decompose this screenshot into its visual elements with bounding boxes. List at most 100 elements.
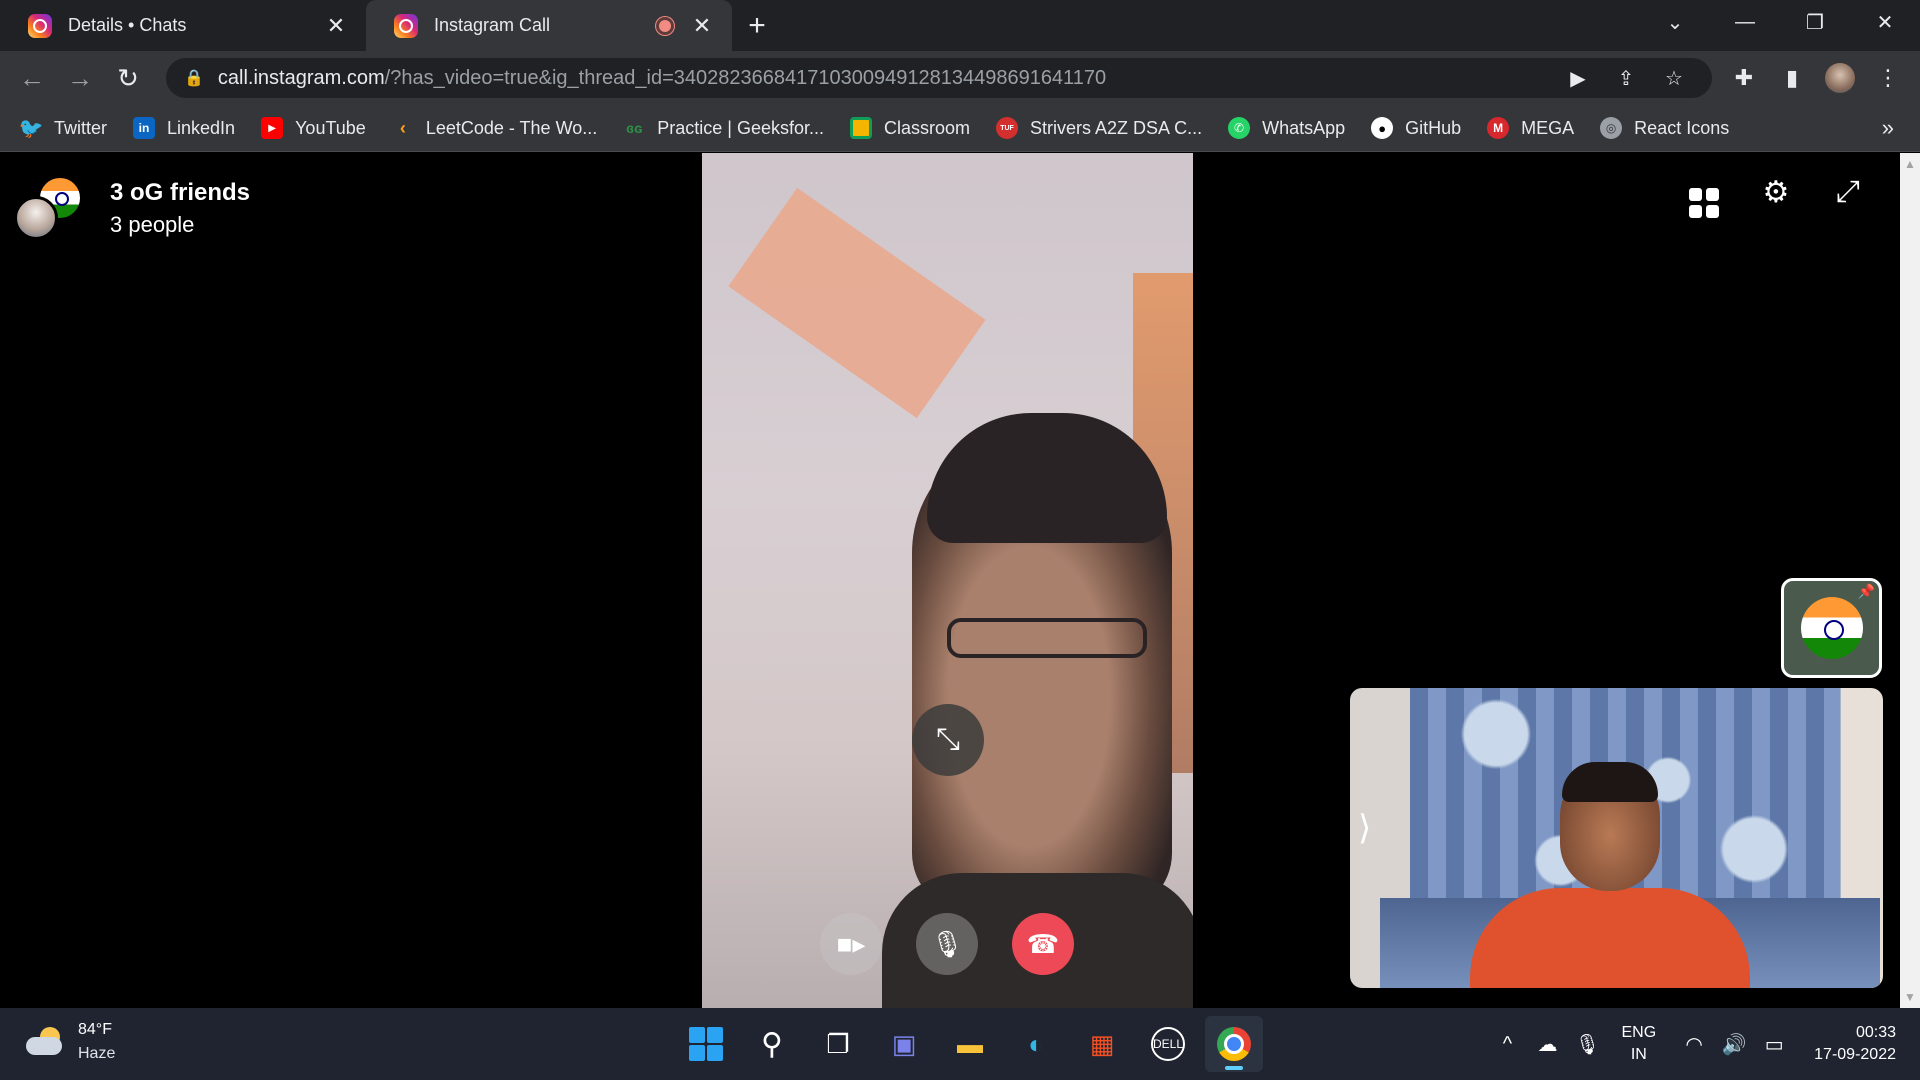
tuf-icon: TUF: [996, 117, 1019, 139]
share-icon[interactable]: ⇪: [1602, 66, 1650, 91]
taskbar-apps: ⚲ ❐ ▣ ▬ ◐ ▦ DELL: [673, 1016, 1267, 1072]
call-view: 3 oG friends 3 people ⚙ ⤢ ⤡ ■▸ 🎙 ☎ 📌 ⟩ ▲…: [0, 153, 1920, 1008]
group-info: 3 oG friends 3 people: [14, 176, 250, 246]
store-button[interactable]: ▦: [1073, 1016, 1131, 1072]
geeksforgeeks-icon: ɞɢ: [626, 120, 643, 136]
clock[interactable]: 00:33 17-09-2022: [1814, 1022, 1896, 1066]
scroll-up-icon[interactable]: ▲: [1900, 157, 1920, 171]
search-button[interactable]: ⚲: [743, 1016, 801, 1072]
weather-widget[interactable]: 84°F Haze: [26, 1018, 115, 1066]
mega-icon: M: [1487, 117, 1510, 139]
reload-icon[interactable]: ↻: [104, 63, 152, 94]
instagram-icon: [394, 13, 418, 38]
bookmark-twitter[interactable]: 🐦 Twitter: [18, 117, 107, 140]
system-tray: ^ ☁ 🎙 ENG IN ◠ 🔊 ▭ 00:33 17-09-2022: [1487, 1016, 1896, 1072]
minimize-icon[interactable]: —: [1710, 11, 1780, 34]
microphone-icon: 🎙: [930, 928, 964, 959]
search-icon: ⚲: [761, 1027, 783, 1061]
fullscreen-expand-icon[interactable]: ⤢: [1812, 175, 1884, 218]
github-icon: ●: [1371, 117, 1394, 139]
avatar: [14, 196, 58, 240]
tab-instagram-call[interactable]: Instagram Call ✕: [366, 0, 732, 51]
show-hidden-icons-icon[interactable]: ^: [1487, 1033, 1527, 1056]
bookmark-strivers[interactable]: TUF Strivers A2Z DSA C...: [996, 117, 1202, 139]
recording-indicator-icon: [656, 16, 674, 35]
bookmark-leetcode[interactable]: ‹ LeetCode - The Wo...: [392, 117, 597, 139]
video-camera-icon: ■▸: [836, 928, 866, 959]
onedrive-cloud-icon[interactable]: ☁: [1527, 1032, 1567, 1057]
menu-icon[interactable]: ⋮: [1864, 65, 1912, 91]
end-call-button[interactable]: ☎: [1012, 913, 1074, 975]
self-view-video[interactable]: ⟩: [1350, 688, 1883, 988]
globe-icon: ◎: [1600, 117, 1623, 139]
back-icon[interactable]: ←: [8, 63, 56, 94]
folder-icon: ▬: [957, 1028, 983, 1059]
battery-icon[interactable]: ▭: [1754, 1032, 1794, 1057]
teams-chat-icon: ▣: [891, 1028, 917, 1059]
pin-icon[interactable]: 📌: [1858, 583, 1875, 600]
bookmark-github[interactable]: ● GitHub: [1371, 117, 1461, 139]
tab-details-chats[interactable]: Details • Chats ✕: [0, 0, 366, 51]
store-icon: ▦: [1089, 1028, 1115, 1059]
collapse-video-button[interactable]: ⤡: [912, 704, 984, 776]
instagram-icon: [28, 13, 52, 38]
camera-toggle-button[interactable]: ■▸: [820, 913, 882, 975]
file-explorer-button[interactable]: ▬: [941, 1016, 999, 1072]
windows-logo-icon: [689, 1027, 723, 1061]
close-window-icon[interactable]: ✕: [1850, 10, 1920, 35]
url-path: /?has_video=true&ig_thread_id=3402823668…: [384, 66, 1107, 89]
bookmark-react-icons[interactable]: ◎ React Icons: [1600, 117, 1729, 139]
side-panel-icon[interactable]: ▮: [1768, 65, 1816, 91]
profile-avatar[interactable]: [1825, 63, 1855, 93]
weather-temp: 84°F: [78, 1021, 112, 1038]
classroom-icon: [850, 117, 872, 139]
input-language[interactable]: ENG IN: [1621, 1022, 1656, 1066]
chat-button[interactable]: ▣: [875, 1016, 933, 1072]
chrome-button[interactable]: [1205, 1016, 1263, 1072]
whatsapp-icon: ✆: [1228, 117, 1251, 139]
bookmark-youtube[interactable]: ▶ YouTube: [261, 117, 366, 139]
wifi-icon[interactable]: ◠: [1674, 1032, 1714, 1057]
call-controls: ■▸ 🎙 ☎: [820, 913, 1074, 975]
new-tab-button[interactable]: +: [732, 9, 782, 43]
bookmark-mega[interactable]: M MEGA: [1487, 117, 1574, 139]
bookmark-star-icon[interactable]: ☆: [1650, 66, 1698, 91]
microphone-icon[interactable]: 🎙: [1567, 1032, 1607, 1057]
task-view-button[interactable]: ❐: [809, 1016, 867, 1072]
participant-count: 3 people: [110, 212, 195, 237]
start-button[interactable]: [677, 1016, 735, 1072]
extensions-icon[interactable]: ✚: [1720, 65, 1768, 91]
twitter-icon: 🐦: [18, 117, 44, 140]
call-top-controls: ⚙ ⤢: [1668, 175, 1884, 218]
dell-button[interactable]: DELL: [1139, 1016, 1197, 1072]
main-participant-video[interactable]: [702, 153, 1193, 1008]
youtube-icon: ▶: [261, 117, 284, 139]
bookmark-geeksforgeeks[interactable]: ɞɢ Practice | Geeksfor...: [623, 117, 824, 139]
tab-search-icon[interactable]: ⌄: [1640, 10, 1710, 35]
url-host: call.instagram.com: [217, 66, 385, 89]
pinned-participant-tile[interactable]: 📌: [1781, 578, 1882, 678]
settings-gear-icon[interactable]: ⚙: [1740, 175, 1812, 218]
edge-button[interactable]: ◐: [1007, 1016, 1065, 1072]
volume-icon[interactable]: 🔊: [1714, 1032, 1754, 1057]
bookmark-classroom[interactable]: Classroom: [850, 117, 970, 139]
page-scrollbar[interactable]: ▲ ▼: [1900, 153, 1920, 1008]
edge-icon: ◐: [1028, 1028, 1044, 1059]
mic-toggle-button[interactable]: 🎙: [916, 913, 978, 975]
bookmark-whatsapp[interactable]: ✆ WhatsApp: [1228, 117, 1345, 139]
windows-taskbar: 84°F Haze ⚲ ❐ ▣ ▬ ◐ ▦ DELL ^ ☁ 🎙 ENG IN …: [0, 1008, 1920, 1080]
close-tab-icon[interactable]: ✕: [322, 13, 350, 39]
bookmark-linkedin[interactable]: in LinkedIn: [133, 117, 235, 139]
tab-strip: Details • Chats ✕ Instagram Call ✕ + ⌄ —…: [0, 0, 1920, 51]
grid-view-icon[interactable]: [1668, 175, 1740, 218]
collapse-arrows-icon: ⤡: [936, 723, 960, 756]
scroll-down-icon[interactable]: ▼: [1900, 990, 1920, 1004]
expand-chevron-icon[interactable]: ⟩: [1358, 808, 1371, 848]
lock-icon[interactable]: 🔒: [184, 68, 204, 88]
camera-in-use-icon[interactable]: ▶: [1554, 66, 1602, 91]
more-bookmarks-icon[interactable]: »: [1882, 115, 1894, 141]
restore-icon[interactable]: ❐: [1780, 10, 1850, 35]
address-bar[interactable]: 🔒 call.instagram.com/?has_video=true&ig_…: [166, 58, 1712, 98]
forward-icon[interactable]: →: [56, 63, 104, 94]
close-tab-icon[interactable]: ✕: [688, 13, 716, 39]
